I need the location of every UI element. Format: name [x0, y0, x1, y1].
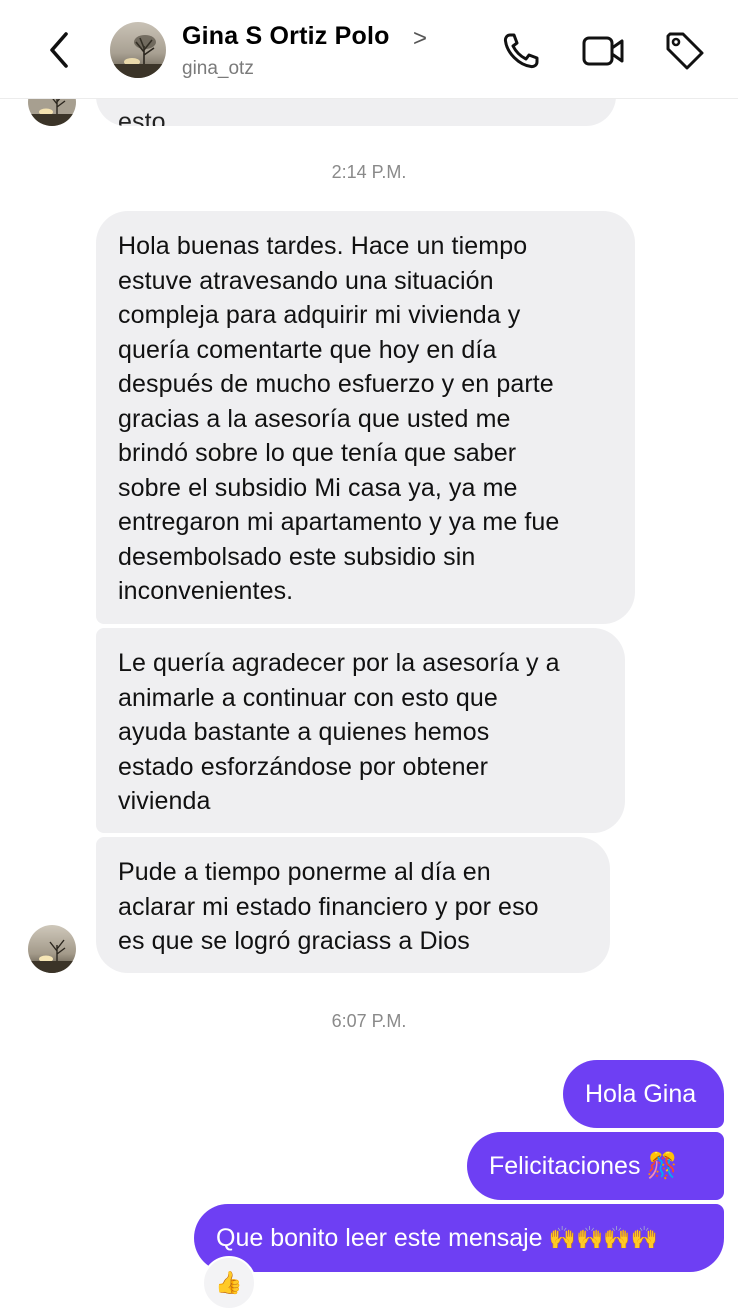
contact-name[interactable]: Gina S Ortiz Polo	[182, 22, 390, 51]
confetti-emoji: 🎊	[646, 1152, 678, 1180]
chat-header: Gina S Ortiz Polo > gina_otz	[0, 0, 738, 99]
outgoing-message[interactable]: Que bonito leer este mensaje 🙌🙌🙌🙌	[194, 1204, 724, 1272]
outgoing-message[interactable]: Hola Gina	[563, 1060, 724, 1128]
outgoing-message[interactable]: Felicitaciones 🎊	[467, 1132, 724, 1200]
tag-icon[interactable]	[662, 28, 708, 74]
raised-hands-emoji: 🙌🙌🙌🙌	[548, 1225, 659, 1250]
message-timestamp: 2:14 P.M.	[331, 162, 407, 182]
avatar[interactable]	[28, 925, 76, 973]
phone-icon[interactable]	[498, 28, 544, 74]
back-chevron-icon[interactable]	[40, 28, 80, 72]
contact-username: gina_otz	[182, 58, 254, 79]
thumbs-up-icon: 👍	[215, 1270, 243, 1295]
incoming-message[interactable]: Le quería agradecer por la asesoría y a …	[96, 628, 625, 833]
thumbs-up-reaction[interactable]: 👍	[202, 1256, 256, 1310]
incoming-message[interactable]: Hola buenas tardes. Hace un tiempo estuv…	[96, 211, 635, 624]
chevron-right-icon[interactable]: >	[413, 25, 427, 53]
avatar[interactable]	[110, 22, 166, 78]
message-timestamp: 6:07 P.M.	[331, 1011, 407, 1031]
video-camera-icon[interactable]	[580, 28, 626, 74]
incoming-message[interactable]: Pude a tiempo ponerme al día en aclarar …	[96, 837, 610, 973]
